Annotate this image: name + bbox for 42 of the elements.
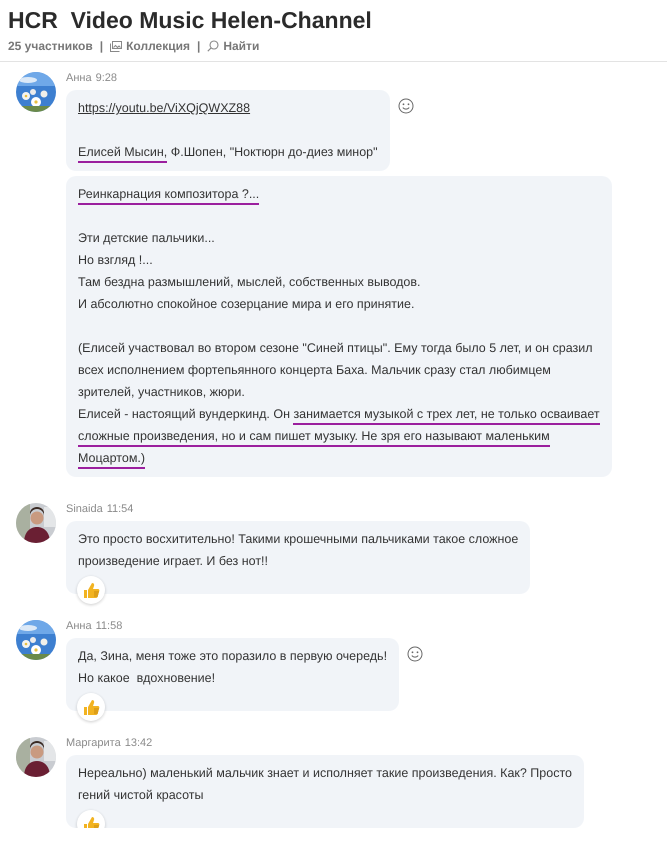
message-text: Это просто восхитительно! Такими крошечными пальчиками такое сложное xyxy=(78,531,518,548)
message-text: Моцартом.) xyxy=(78,447,600,469)
author-name: Маргарита xyxy=(66,737,121,750)
thumbs-up-icon xyxy=(82,698,100,716)
message-text: Эти детские пальчики... xyxy=(78,230,216,247)
collection-link[interactable]: Коллекция xyxy=(126,39,190,53)
message-time: 9:28 xyxy=(96,72,118,85)
channel-title: HCR Video Music Helen-Channel xyxy=(8,6,373,35)
message-time: 11:58 xyxy=(96,620,122,633)
separator: | xyxy=(196,39,200,53)
member-count[interactable]: 25 участников xyxy=(8,39,93,53)
author-name: Анна xyxy=(66,620,92,633)
message-text: Да, Зина, меня тоже это поразило в первую очередь! xyxy=(78,648,388,665)
message-text: гений чистой красоты xyxy=(78,787,204,804)
message-text: зрителей, участников, жюри. xyxy=(78,384,246,401)
emoji-icon[interactable] xyxy=(407,646,424,662)
message-link[interactable]: https://youtu.be/ViXQjQWXZ88 xyxy=(78,97,378,119)
thumbs-up-icon xyxy=(82,816,100,828)
thumbs-up-icon xyxy=(82,582,100,598)
gallery-icon xyxy=(110,40,122,52)
message-text: сложные произведения, но и сам пишет музыку. Не зря его называют маленьким xyxy=(78,425,600,447)
message-text: всех исполнением фортепьянного концерта Баха. Мальчик сразу стал любимцем xyxy=(78,362,552,379)
message-time: 13:42 xyxy=(124,737,152,750)
author-name: Sinaida xyxy=(66,503,103,516)
message-time: 11:54 xyxy=(106,503,134,516)
message-text: Нереально) маленький мальчик знает и исполняет такие произведения. Как? Просто xyxy=(78,765,572,782)
message-text: Там бездна размышлений, мыслей, собственных выводов. xyxy=(78,274,422,291)
message-text: Елисей - настоящий вундеркинд. Он занимается музыкой с трех лет, не только осваивает xyxy=(78,403,600,425)
message-text: Реинкарнация композитора ?... xyxy=(78,183,600,205)
message-text: произведение играет. И без нот!! xyxy=(78,553,269,570)
search-icon xyxy=(207,40,220,52)
message-text: Но какое вдохновение! xyxy=(78,670,216,687)
author-name: Анна xyxy=(66,72,92,85)
search-link[interactable]: Найти xyxy=(223,39,260,53)
like-button[interactable] xyxy=(77,693,105,721)
emoji-icon[interactable] xyxy=(398,98,414,114)
separator: | xyxy=(100,39,104,53)
message-text: (Елисей участвовал во втором сезоне "Синей птицы". Ему тогда было 5 лет, и он сразил xyxy=(78,340,594,357)
message-text: И абсолютно спокойное созерцание мира и его принятие. xyxy=(78,296,416,313)
message-text: Елисей Мысин, Ф.Шопен, "Ноктюрн до-диез минор" xyxy=(78,141,378,163)
message-text: Но взгляд !... xyxy=(78,252,154,269)
like-button[interactable] xyxy=(77,576,105,604)
